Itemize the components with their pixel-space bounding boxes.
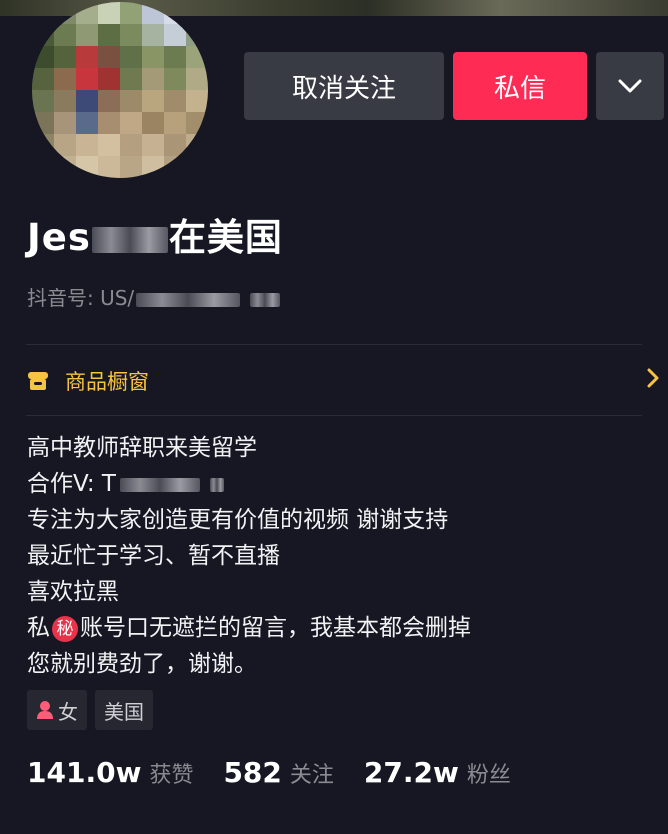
followers-count[interactable]: 27.2w	[364, 756, 459, 789]
user-id-redaction	[136, 292, 241, 307]
profile-name-prefix: Jes	[27, 216, 91, 259]
bio-secret-post: 账号口无遮拦的留言，我基本都会删掉	[80, 615, 471, 641]
bio-line: 喜欢拉黑	[27, 579, 119, 605]
storefront-icon	[27, 371, 49, 391]
chevron-down-icon	[618, 79, 642, 93]
user-id-label: 抖音号: US/	[27, 286, 135, 310]
profile-name: Jes 在美国	[27, 207, 283, 261]
bio-line: 您就别费劲了，谢谢。	[27, 651, 257, 677]
gender-label: 女	[58, 699, 78, 724]
avatar[interactable]	[32, 2, 208, 178]
contact-redaction-2	[209, 477, 224, 492]
shop-window-row[interactable]: 商品橱窗	[27, 362, 667, 400]
message-button-label: 私信	[493, 73, 546, 104]
bio-line-contact: 合作V: T	[27, 466, 471, 502]
user-id: 抖音号: US/	[27, 282, 281, 311]
message-button[interactable]: 私信	[453, 52, 587, 120]
bio-line-secret: 私秘账号口无遮拦的留言，我基本都会删掉	[27, 610, 471, 646]
following-label[interactable]: 关注	[290, 757, 334, 789]
location-label: 美国	[104, 699, 144, 724]
following-count[interactable]: 582	[223, 756, 281, 789]
likes-count: 141.0w	[27, 756, 142, 789]
chevron-right-icon	[647, 368, 659, 392]
likes-label: 获赞	[149, 763, 194, 788]
unfollow-button-label: 取消关注	[291, 73, 396, 104]
more-options-button[interactable]	[596, 52, 664, 120]
female-icon	[37, 701, 53, 719]
gender-tag: 女	[27, 690, 87, 730]
bio-line: 专注为大家创造更有价值的视频 谢谢支持	[27, 507, 449, 533]
secret-badge: 秘	[52, 616, 78, 642]
bio-line: 高中教师辞职来美留学	[27, 435, 257, 461]
bio: 高中教师辞职来美留学 合作V: T 专注为大家创造更有价值的视频 谢谢支持 最近…	[27, 430, 471, 682]
unfollow-button[interactable]: 取消关注	[244, 52, 444, 120]
profile-page: 取消关注 私信 Jes 在美国 抖音号: US/ 商品橱窗 高中教师辞职来美留学…	[0, 0, 668, 834]
profile-name-suffix: 在美国	[168, 216, 283, 259]
bio-line: 最近忙于学习、暂不直播	[27, 543, 280, 569]
bio-secret-pre: 私	[27, 615, 50, 641]
contact-redaction	[119, 477, 200, 492]
profile-stats: 141.0w 获赞 582 关注 27.2w 粉丝	[27, 756, 541, 789]
name-redaction	[91, 226, 168, 253]
divider-bottom	[26, 415, 642, 416]
followers-label[interactable]: 粉丝	[467, 757, 511, 789]
location-tag: 美国	[95, 690, 153, 730]
bio-contact-text: 合作V: T	[27, 471, 116, 497]
profile-tags: 女 美国	[27, 690, 161, 730]
user-id-redaction-2	[250, 292, 281, 307]
divider-top	[26, 344, 642, 345]
shop-window-label: 商品橱窗	[65, 370, 149, 394]
